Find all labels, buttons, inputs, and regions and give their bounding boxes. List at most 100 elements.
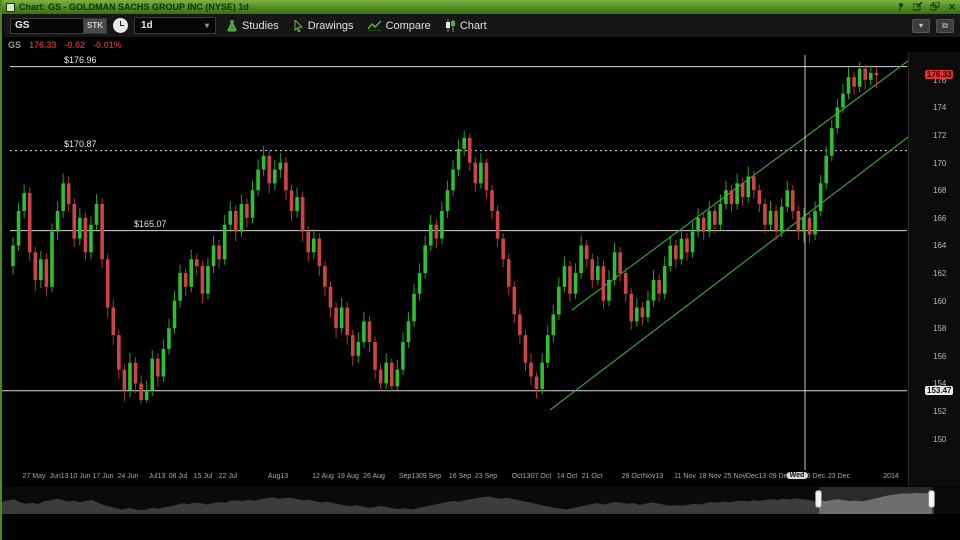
x-axis-label: 26 Aug: [363, 473, 385, 480]
x-axis-label: 14 Oct: [557, 473, 578, 480]
candle-body: [72, 204, 76, 239]
candle-body: [774, 211, 778, 232]
candle-body: [769, 211, 773, 225]
x-axis-label: Jul13: [149, 473, 166, 480]
candle-body: [56, 211, 60, 232]
quote-change: -0.02: [65, 40, 86, 52]
candle-body: [691, 232, 695, 253]
x-axis-label: 19 Aug: [337, 473, 359, 480]
candle-body: [22, 193, 26, 211]
level-price-badge: 153.47: [925, 386, 953, 395]
candlestick-chart[interactable]: [2, 52, 960, 486]
x-axis-label: 28 Oct: [622, 473, 643, 480]
candle-body: [496, 211, 500, 239]
y-axis-label: 158: [933, 324, 946, 333]
detach-button[interactable]: ⧉: [936, 19, 954, 33]
candle-body: [474, 163, 478, 184]
candle-body: [11, 245, 15, 266]
quote-last: 176.33: [29, 40, 57, 52]
navigator-right-handle[interactable]: [928, 490, 935, 508]
y-axis-label: 170: [933, 159, 946, 168]
candle-body: [808, 218, 812, 235]
candle-body: [39, 259, 43, 280]
candle-body: [373, 342, 377, 370]
candle-body: [106, 259, 110, 307]
y-axis-label: 162: [933, 269, 946, 278]
x-axis-label: Dec13: [746, 473, 766, 480]
candle-body: [67, 183, 71, 204]
candle-body: [574, 273, 578, 294]
candle-body: [646, 301, 650, 318]
chart-menu-button[interactable]: ▾: [912, 19, 930, 33]
x-axis-label: 10 Jun: [69, 473, 90, 480]
candle-body: [95, 204, 99, 225]
candle-body: [17, 211, 21, 246]
candle-body: [719, 204, 723, 225]
studies-button[interactable]: Studies: [222, 18, 283, 34]
candle-body: [418, 273, 422, 294]
candle-body: [212, 245, 216, 266]
candle-body: [318, 239, 322, 267]
candle-body: [735, 183, 739, 204]
pin-icon[interactable]: [895, 2, 907, 12]
candle-body: [702, 218, 706, 232]
x-axis-label: 16 Sep: [449, 473, 471, 480]
chart-type-button[interactable]: Chart: [441, 17, 491, 34]
candle-body: [507, 259, 511, 287]
window-title: Chart: GS - GOLDMAN SACHS GROUP INC (NYS…: [19, 2, 249, 12]
range-navigator[interactable]: [2, 487, 960, 514]
maximize-icon[interactable]: [929, 2, 941, 12]
navigator-left-handle[interactable]: [815, 490, 822, 508]
candle-body: [797, 211, 801, 232]
candle-body: [206, 266, 210, 294]
x-axis-label: 12 Aug: [312, 473, 334, 480]
candle-body: [836, 107, 840, 128]
price-axis[interactable]: 1761741721701681661641621601581561541521…: [908, 52, 960, 486]
candle-body: [451, 170, 455, 191]
candle-body: [462, 138, 466, 149]
candle-body: [752, 176, 756, 190]
quote-row: GS 176.33 -0.02 -0.01%: [8, 40, 122, 52]
x-axis-label: Aug13: [268, 473, 288, 480]
edit-icon[interactable]: [912, 2, 924, 12]
candle-body: [707, 211, 711, 232]
candle-body: [468, 138, 472, 163]
trend-channel-line[interactable]: [550, 125, 924, 410]
symbol-input[interactable]: [10, 18, 84, 34]
candle-body: [730, 190, 734, 204]
quote-change-pct: -0.01%: [93, 40, 122, 52]
chart-canvas[interactable]: 1761741721701681661641621601581561541521…: [2, 52, 960, 486]
candle-body: [273, 170, 277, 184]
price-level-label: $165.07: [134, 219, 167, 229]
candle-body: [50, 232, 54, 287]
candle-body: [607, 280, 611, 301]
candle-body: [189, 259, 193, 287]
candle-body: [234, 211, 238, 232]
candle-body: [446, 190, 450, 211]
title-bar[interactable]: Chart: GS - GOLDMAN SACHS GROUP INC (NYS…: [2, 0, 960, 14]
compare-button[interactable]: Compare: [364, 18, 435, 34]
candle-body: [384, 363, 388, 384]
candle-body: [602, 266, 606, 301]
clock-icon[interactable]: [113, 18, 128, 33]
candle-body: [490, 190, 494, 211]
timeframe-dropdown[interactable]: 1d ▾: [134, 17, 216, 34]
candle-body: [763, 204, 767, 225]
candle-body: [841, 94, 845, 108]
candle-body: [284, 163, 288, 191]
candle-body: [802, 218, 806, 232]
candle-body: [267, 156, 271, 184]
x-axis-label: Jun13: [49, 473, 68, 480]
close-icon[interactable]: ✕: [946, 2, 958, 12]
candle-body: [351, 335, 355, 356]
drawings-button[interactable]: Drawings: [289, 18, 358, 34]
candle-body: [668, 245, 672, 266]
y-axis-label: 156: [933, 352, 946, 361]
time-axis[interactable]: 27 MayJun1310 Jun17 Jun24 JunJul1308 Jul…: [2, 470, 960, 486]
candle-body: [429, 225, 433, 246]
x-axis-label: 21 Oct: [582, 473, 603, 480]
y-axis-label: 168: [933, 186, 946, 195]
y-axis-label: 160: [933, 297, 946, 306]
y-axis-label: 164: [933, 241, 946, 250]
candle-body: [696, 218, 700, 232]
